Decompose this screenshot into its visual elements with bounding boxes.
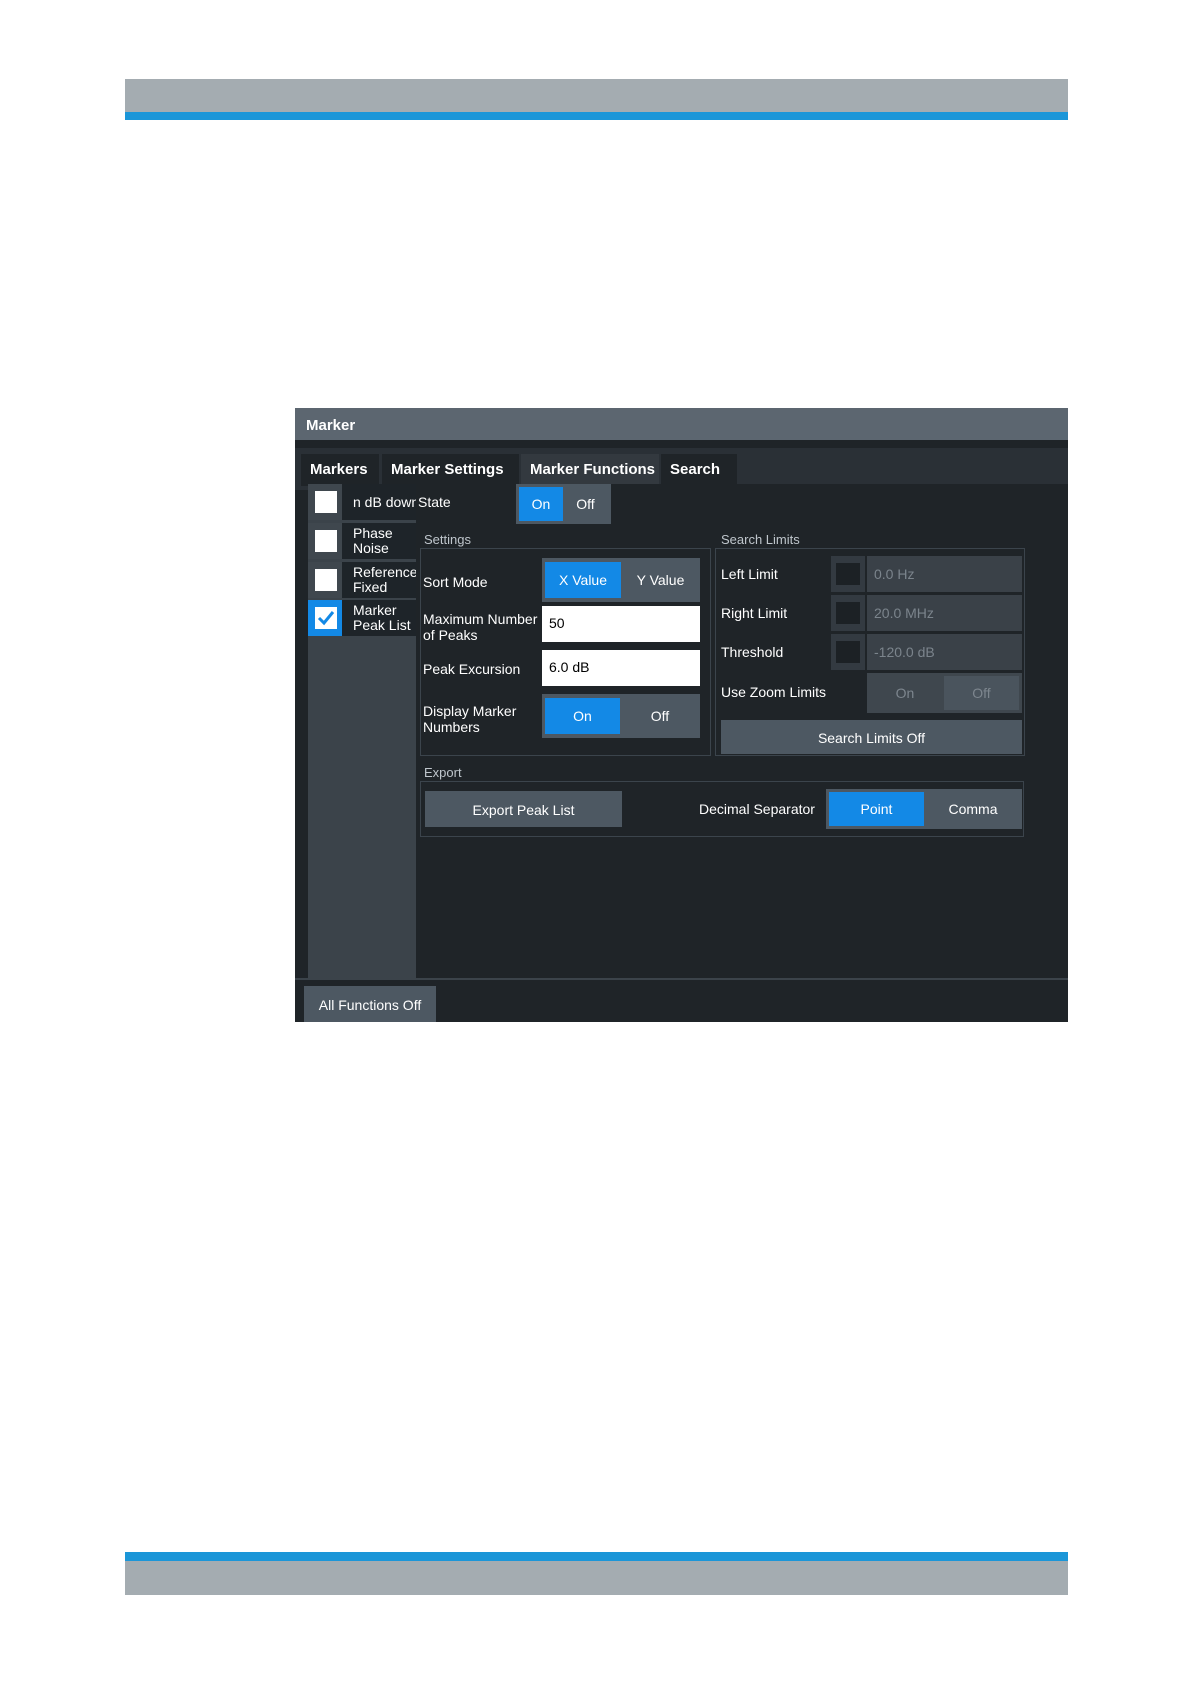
state-toggle[interactable]: On Off xyxy=(516,484,611,524)
display-marker-numbers-label: Display Marker Numbers xyxy=(423,703,517,735)
max-peaks-label: Maximum Number of Peaks xyxy=(423,611,538,643)
right-limit-label: Right Limit xyxy=(721,605,788,621)
display-numbers-on-option[interactable]: On xyxy=(545,698,620,734)
zoom-limits-off-option[interactable]: Off xyxy=(944,676,1019,710)
function-label: Reference Fixed xyxy=(353,564,418,595)
sort-y-value-option[interactable]: Y Value xyxy=(621,558,700,602)
tab-marker-settings[interactable]: Marker Settings xyxy=(382,454,519,486)
max-peaks-input[interactable]: 50 xyxy=(542,606,700,642)
left-limit-checkbox[interactable] xyxy=(831,556,865,592)
threshold-field[interactable]: -120.0 dB xyxy=(867,634,1022,670)
threshold-label: Threshold xyxy=(721,644,784,660)
function-item-marker-peak-list[interactable]: Marker Peak List xyxy=(308,600,422,636)
left-limit-field[interactable]: 0.0 Hz xyxy=(867,556,1022,592)
checkbox[interactable] xyxy=(315,569,337,591)
decimal-point-option[interactable]: Point xyxy=(829,792,924,826)
all-functions-off-button[interactable]: All Functions Off xyxy=(304,986,436,1022)
divider xyxy=(295,978,1068,980)
decimal-separator-label: Decimal Separator xyxy=(699,801,815,817)
use-zoom-limits-label: Use Zoom Limits xyxy=(721,684,827,700)
export-peak-list-button[interactable]: Export Peak List xyxy=(425,791,622,827)
function-label: Phase Noise xyxy=(353,525,393,556)
decimal-comma-option[interactable]: Comma xyxy=(924,789,1022,829)
sort-x-value-option[interactable]: X Value xyxy=(545,562,621,598)
function-item-phase-noise[interactable]: Phase Noise xyxy=(308,523,422,559)
page-header-band xyxy=(125,79,1068,120)
checkmark-icon xyxy=(317,611,335,626)
search-limits-group-label: Search Limits xyxy=(721,532,800,547)
decimal-separator-toggle[interactable]: Point Comma xyxy=(826,789,1022,829)
tab-search[interactable]: Search xyxy=(661,454,737,486)
sort-mode-toggle[interactable]: X Value Y Value xyxy=(542,558,700,602)
function-list: n dB down Phase Noise Reference Fixed Mark… xyxy=(308,484,422,980)
checkbox[interactable] xyxy=(315,491,337,513)
state-label: State xyxy=(418,494,451,510)
state-on-option[interactable]: On xyxy=(519,487,563,521)
function-item-n-db-down[interactable]: n dB down xyxy=(308,484,422,520)
checkbox-checked[interactable] xyxy=(315,607,337,629)
export-group-label: Export xyxy=(424,765,462,780)
display-marker-numbers-toggle[interactable]: On Off xyxy=(542,694,700,738)
use-zoom-limits-toggle[interactable]: On Off xyxy=(867,673,1022,713)
right-limit-field[interactable]: 20.0 MHz xyxy=(867,595,1022,631)
sort-mode-label: Sort Mode xyxy=(423,574,488,590)
left-limit-label: Left Limit xyxy=(721,566,778,582)
display-numbers-off-option[interactable]: Off xyxy=(620,694,700,738)
dialog-title: Marker xyxy=(295,408,1068,440)
threshold-checkbox[interactable] xyxy=(831,634,865,670)
peak-excursion-label: Peak Excursion xyxy=(423,661,521,677)
tab-markers[interactable]: Markers xyxy=(301,454,379,486)
zoom-limits-on-option[interactable]: On xyxy=(867,673,943,713)
function-label: n dB down xyxy=(353,494,420,510)
function-item-reference-fixed[interactable]: Reference Fixed xyxy=(308,562,422,598)
marker-dialog: Marker Markers Marker Settings Marker Fu… xyxy=(295,408,1068,1022)
right-limit-checkbox[interactable] xyxy=(831,595,865,631)
function-label: Marker Peak List xyxy=(353,602,411,633)
settings-group-label: Settings xyxy=(424,532,471,547)
peak-excursion-input[interactable]: 6.0 dB xyxy=(542,650,700,686)
search-limits-off-button[interactable]: Search Limits Off xyxy=(721,720,1022,754)
function-settings-panel: State On Off Settings Sort Mode X Value … xyxy=(416,484,1068,978)
page-footer-band xyxy=(125,1552,1068,1595)
checkbox[interactable] xyxy=(315,530,337,552)
state-off-option[interactable]: Off xyxy=(563,484,608,524)
tab-marker-functions[interactable]: Marker Functions xyxy=(521,454,659,486)
